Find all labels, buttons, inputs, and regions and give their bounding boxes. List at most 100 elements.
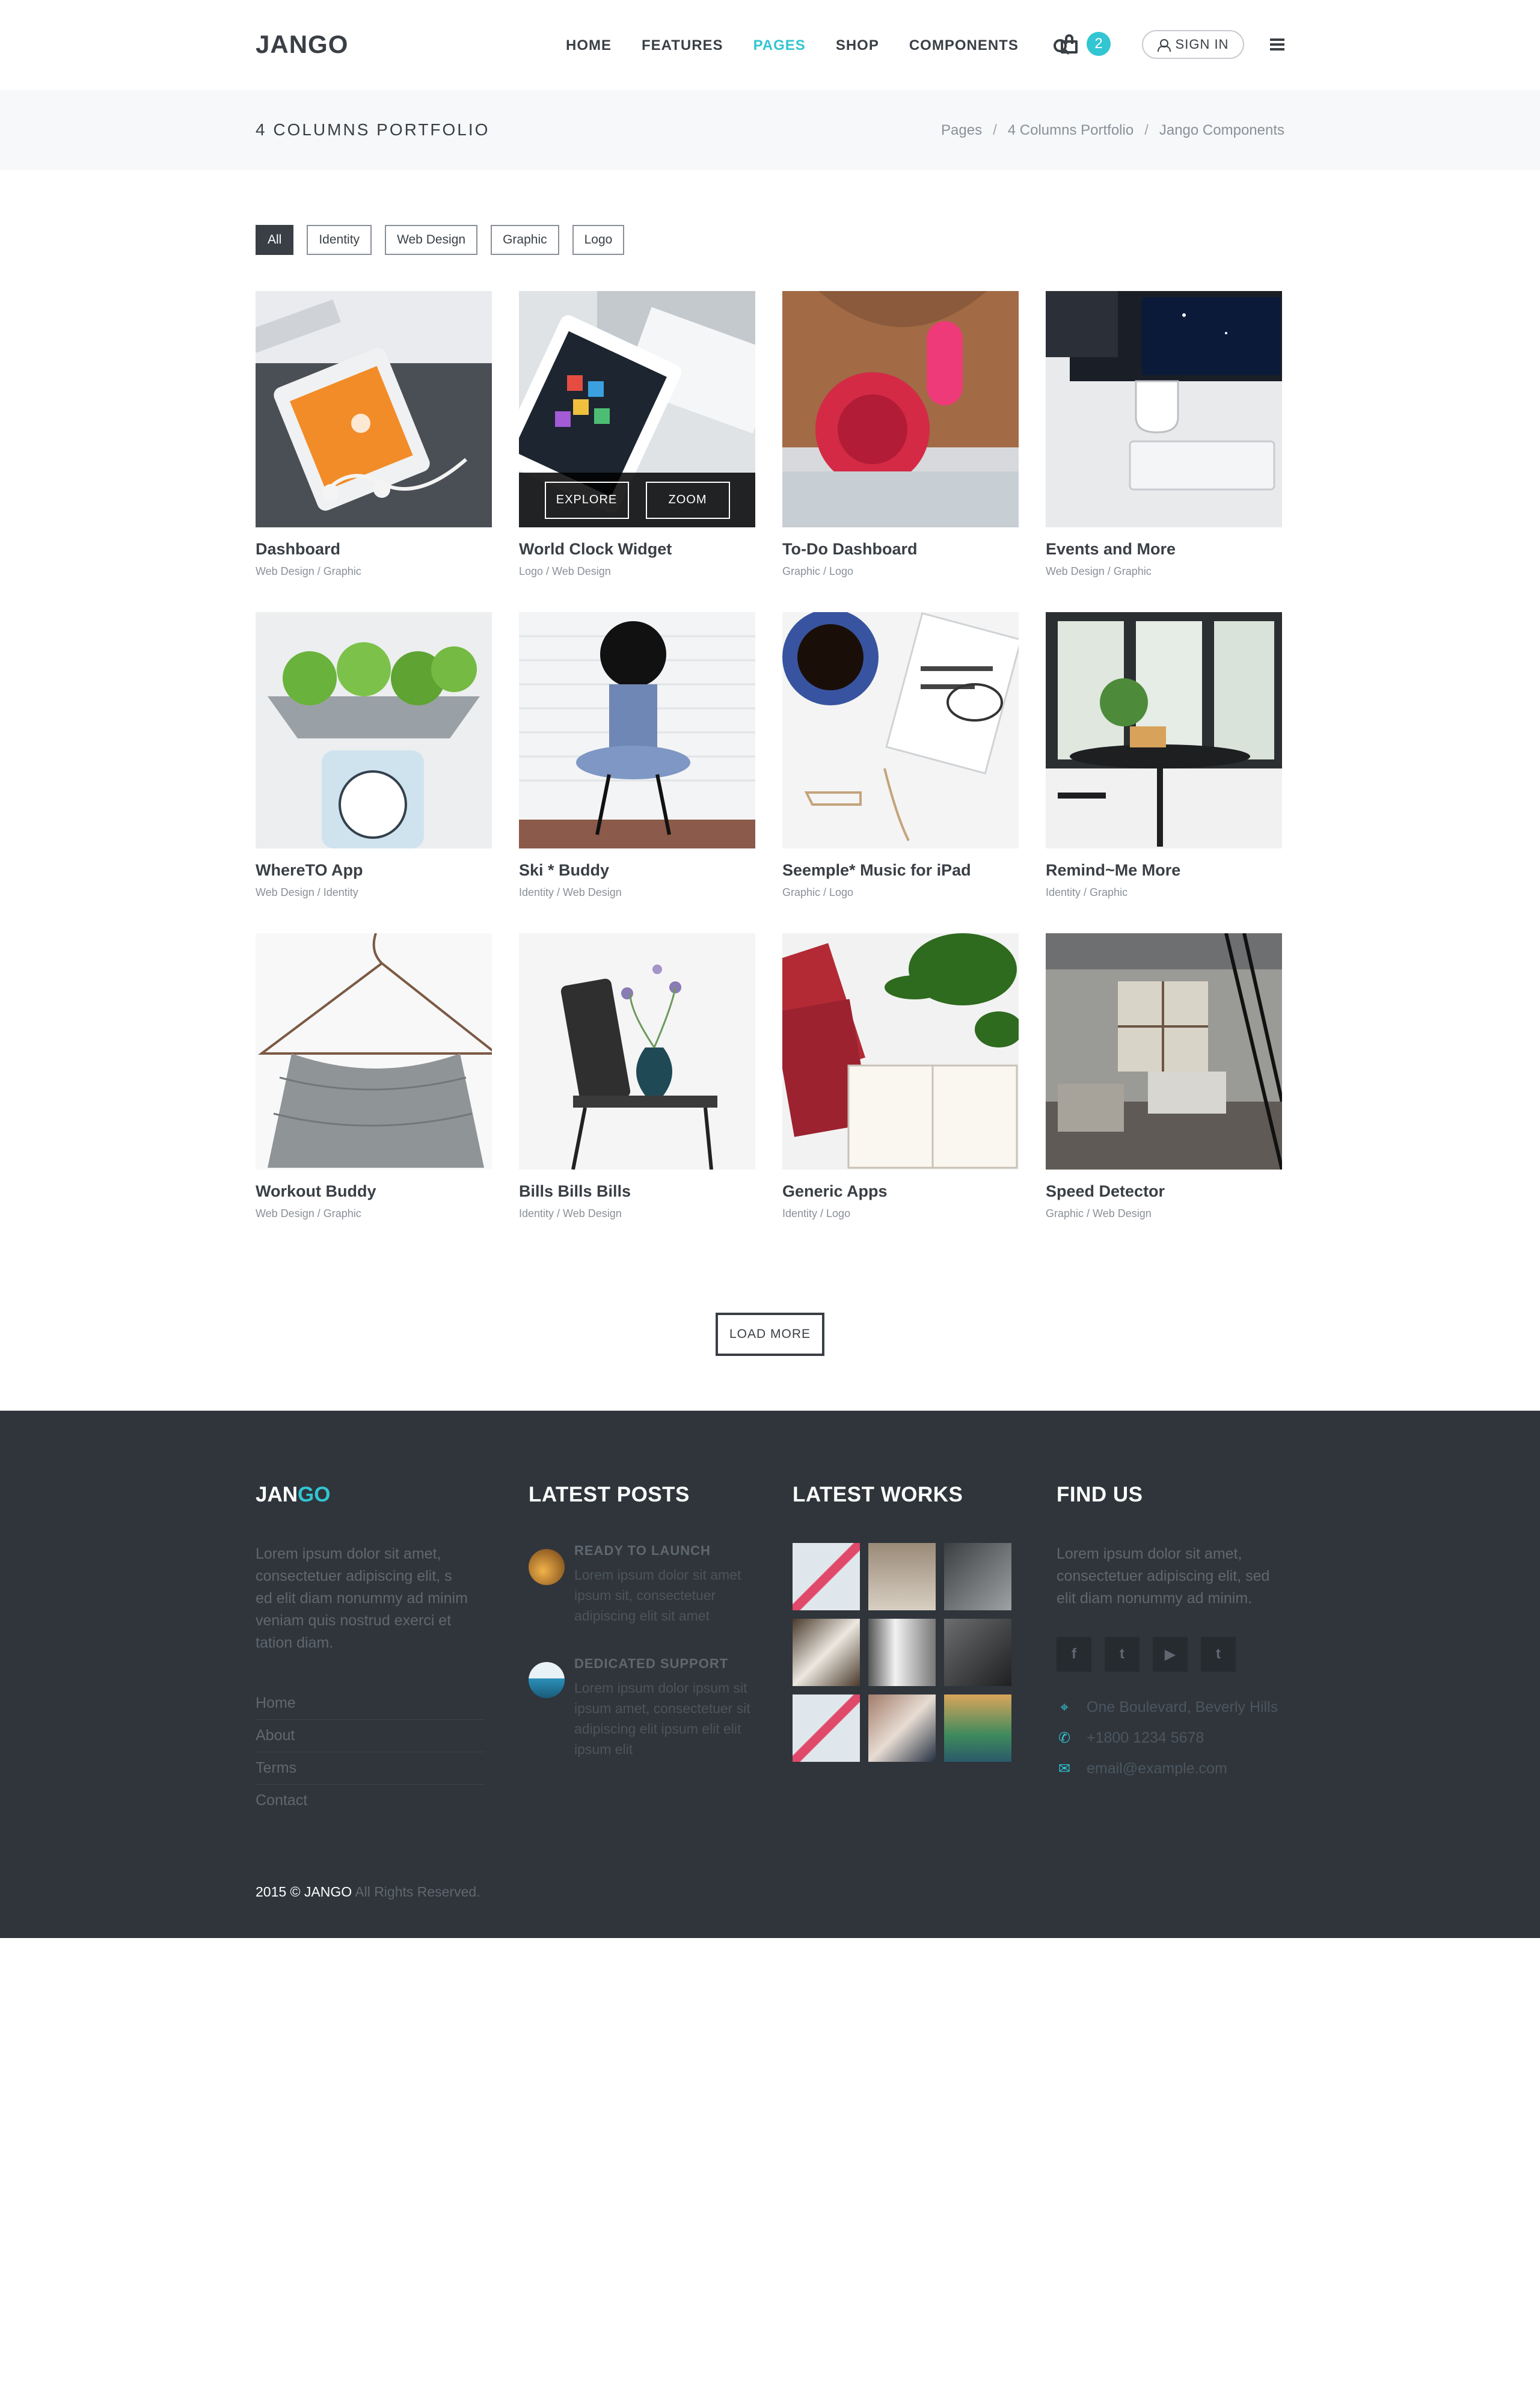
breadcrumb-components[interactable]: Jango Components bbox=[1159, 122, 1284, 139]
post-title[interactable]: DEDICATED SUPPORT bbox=[574, 1656, 755, 1672]
cart-icon[interactable] bbox=[1060, 33, 1080, 54]
find-us-heading: FIND US bbox=[1057, 1483, 1143, 1506]
breadcrumb-portfolio[interactable]: 4 Columns Portfolio bbox=[1008, 122, 1134, 139]
portfolio-title[interactable]: Speed Detector bbox=[1046, 1182, 1165, 1201]
work-thumbnail[interactable] bbox=[793, 1619, 860, 1686]
work-thumbnail[interactable] bbox=[944, 1619, 1011, 1686]
post-title[interactable]: READY TO LAUNCH bbox=[574, 1543, 755, 1559]
work-thumbnail[interactable] bbox=[793, 1694, 860, 1762]
footer-post[interactable]: DEDICATED SUPPORT Lorem ipsum dolor ipsu… bbox=[529, 1656, 755, 1759]
filter-identity[interactable]: Identity bbox=[307, 225, 372, 255]
footer-link-about[interactable]: About bbox=[256, 1720, 484, 1752]
copyright-rights: All Rights Reserved. bbox=[355, 1884, 480, 1900]
work-thumbnail[interactable] bbox=[793, 1543, 860, 1610]
portfolio-thumbnail[interactable] bbox=[1046, 612, 1282, 848]
phone-icon: ✆ bbox=[1058, 1730, 1071, 1746]
filter-web-design[interactable]: Web Design bbox=[385, 225, 478, 255]
portfolio-title[interactable]: Remind~Me More bbox=[1046, 861, 1180, 880]
footer-logo[interactable]: JANGO bbox=[256, 1483, 484, 1507]
portfolio-item[interactable]: Dashboard Web Design / Graphic bbox=[256, 291, 492, 612]
footer-post[interactable]: READY TO LAUNCH Lorem ipsum dolor sit am… bbox=[529, 1543, 755, 1626]
contact-info: ⌖ One Boulevard, Beverly Hills ✆ +1800 123… bbox=[1057, 1699, 1278, 1777]
nav-components[interactable]: COMPONENTS bbox=[909, 37, 1019, 54]
portfolio-thumbnail[interactable] bbox=[782, 612, 1019, 848]
footer-posts-column: LATEST POSTS READY TO LAUNCH Lorem ipsum… bbox=[529, 1483, 755, 1790]
nav-pages[interactable]: PAGES bbox=[753, 37, 806, 54]
portfolio-title[interactable]: WhereTO App bbox=[256, 861, 363, 880]
portfolio-title[interactable]: World Clock Widget bbox=[519, 540, 672, 559]
portfolio-thumbnail[interactable] bbox=[256, 612, 492, 848]
site-logo[interactable]: JANGO bbox=[256, 30, 348, 59]
page-title-bar: 4 COLUMNS PORTFOLIO Pages / 4 Columns Po… bbox=[0, 90, 1540, 170]
zoom-button[interactable]: ZOOM bbox=[645, 481, 730, 519]
portfolio-thumbnail[interactable] bbox=[256, 291, 492, 527]
portfolio-thumbnail[interactable] bbox=[1046, 933, 1282, 1170]
portfolio-categories: Logo / Web Design bbox=[519, 565, 611, 577]
portfolio-title[interactable]: Seemple* Music for iPad bbox=[782, 861, 971, 880]
phone-text[interactable]: +1800 1234 5678 bbox=[1087, 1729, 1204, 1747]
filter-all[interactable]: All bbox=[256, 225, 294, 255]
work-thumbnail[interactable] bbox=[868, 1543, 936, 1610]
portfolio-item[interactable]: WhereTO App Web Design / Identity bbox=[256, 612, 492, 933]
work-thumbnail[interactable] bbox=[944, 1543, 1011, 1610]
nav-home[interactable]: HOME bbox=[566, 37, 612, 54]
latest-works-heading: LATEST WORKS bbox=[793, 1483, 963, 1506]
footer-about-column: JANGO Lorem ipsum dolor sit amet, consec… bbox=[256, 1483, 484, 1817]
hamburger-menu-icon[interactable] bbox=[1270, 38, 1284, 51]
filter-graphic[interactable]: Graphic bbox=[491, 225, 559, 255]
portfolio-title[interactable]: Ski * Buddy bbox=[519, 861, 609, 880]
post-thumbnail[interactable] bbox=[529, 1549, 565, 1585]
footer-link-contact[interactable]: Contact bbox=[256, 1785, 484, 1817]
sign-in-button[interactable]: SIGN IN bbox=[1142, 30, 1244, 59]
portfolio-item[interactable]: Events and More Web Design / Graphic bbox=[1046, 291, 1282, 612]
portfolio-title[interactable]: Events and More bbox=[1046, 540, 1176, 559]
footer-link-home[interactable]: Home bbox=[256, 1687, 484, 1720]
work-thumbnail[interactable] bbox=[868, 1619, 936, 1686]
email-text[interactable]: email@example.com bbox=[1087, 1760, 1227, 1777]
footer-links: Home About Terms Contact bbox=[256, 1687, 484, 1817]
portfolio-item[interactable]: EXPLORE ZOOM World Clock Widget Logo / W… bbox=[519, 291, 755, 612]
portfolio-item[interactable]: Remind~Me More Identity / Graphic bbox=[1046, 612, 1282, 933]
facebook-icon[interactable]: f bbox=[1057, 1637, 1091, 1672]
portfolio-thumbnail[interactable] bbox=[256, 933, 492, 1170]
tumblr-icon[interactable]: t bbox=[1201, 1637, 1236, 1672]
portfolio-title[interactable]: Bills Bills Bills bbox=[519, 1182, 631, 1201]
find-us-text: Lorem ipsum dolor sit amet, consectetuer… bbox=[1057, 1545, 1270, 1607]
portfolio-categories: Graphic / Web Design bbox=[1046, 1207, 1152, 1219]
portfolio-thumbnail[interactable] bbox=[782, 291, 1019, 527]
footer-find-column: FIND US Lorem ipsum dolor sit amet, cons… bbox=[1057, 1483, 1278, 1791]
portfolio-thumbnail[interactable]: EXPLORE ZOOM bbox=[519, 291, 755, 527]
portfolio-item[interactable]: Workout Buddy Web Design / Graphic bbox=[256, 933, 492, 1254]
portfolio-item[interactable]: Seemple* Music for iPad Graphic / Logo bbox=[782, 612, 1019, 933]
twitter-icon[interactable]: t bbox=[1105, 1637, 1140, 1672]
breadcrumb-pages[interactable]: Pages bbox=[941, 122, 982, 139]
portfolio-thumbnail[interactable] bbox=[1046, 291, 1282, 527]
post-thumbnail[interactable] bbox=[529, 1662, 565, 1698]
portfolio-title[interactable]: Dashboard bbox=[256, 540, 340, 559]
explore-button[interactable]: EXPLORE bbox=[544, 481, 629, 519]
work-thumbnail[interactable] bbox=[868, 1694, 936, 1762]
youtube-icon[interactable]: ▶ bbox=[1153, 1637, 1188, 1672]
portfolio-categories: Identity / Logo bbox=[782, 1207, 851, 1219]
portfolio-item[interactable]: Generic Apps Identity / Logo bbox=[782, 933, 1019, 1254]
load-more-button[interactable]: LOAD MORE bbox=[716, 1313, 824, 1356]
portfolio-title[interactable]: Workout Buddy bbox=[256, 1182, 376, 1201]
work-thumbnail[interactable] bbox=[944, 1694, 1011, 1762]
portfolio-categories: Web Design / Graphic bbox=[256, 565, 361, 577]
portfolio-title[interactable]: Generic Apps bbox=[782, 1182, 888, 1201]
portfolio-categories: Identity / Graphic bbox=[1046, 886, 1128, 898]
portfolio-thumbnail[interactable] bbox=[519, 933, 755, 1170]
portfolio-categories: Web Design / Identity bbox=[256, 886, 358, 898]
portfolio-thumbnail[interactable] bbox=[782, 933, 1019, 1170]
portfolio-item[interactable]: Ski * Buddy Identity / Web Design bbox=[519, 612, 755, 933]
portfolio-item[interactable]: Speed Detector Graphic / Web Design bbox=[1046, 933, 1282, 1254]
nav-features[interactable]: FEATURES bbox=[642, 37, 723, 54]
portfolio-item[interactable]: Bills Bills Bills Identity / Web Design bbox=[519, 933, 755, 1254]
nav-shop[interactable]: SHOP bbox=[836, 37, 879, 54]
contact-email: ✉ email@example.com bbox=[1057, 1760, 1278, 1777]
portfolio-title[interactable]: To-Do Dashboard bbox=[782, 540, 918, 559]
portfolio-thumbnail[interactable] bbox=[519, 612, 755, 848]
footer-link-terms[interactable]: Terms bbox=[256, 1752, 484, 1785]
portfolio-item[interactable]: To-Do Dashboard Graphic / Logo bbox=[782, 291, 1019, 612]
filter-logo[interactable]: Logo bbox=[572, 225, 625, 255]
